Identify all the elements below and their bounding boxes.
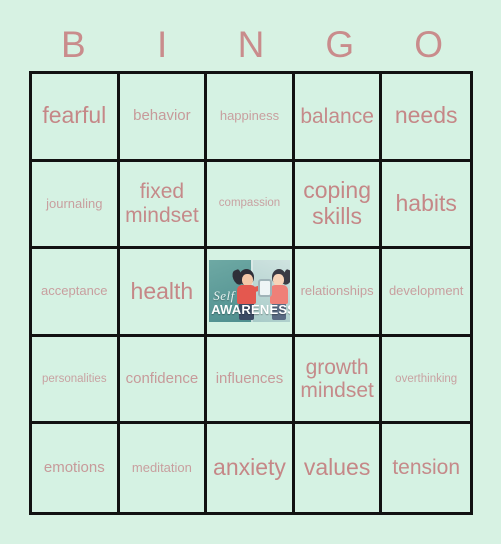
bingo-cell-label: health <box>130 277 194 304</box>
bingo-cell-label: behavior <box>133 106 191 124</box>
header-letter-n: N <box>237 23 265 65</box>
bingo-cell-health[interactable]: health <box>119 249 208 337</box>
bingo-cell-label: overthinking <box>395 372 458 385</box>
bingo-cell-tension[interactable]: tension <box>382 424 470 512</box>
bingo-cell-label: tension <box>392 456 461 480</box>
bingo-cell-label: happiness <box>219 108 280 124</box>
bingo-cell-overthinking[interactable]: overthinking <box>382 336 470 425</box>
bingo-cell-label: meditation <box>131 459 192 475</box>
bingo-cell-confidence[interactable]: confidence <box>119 336 208 425</box>
bingo-cell-growth-mindset[interactable]: growth mindset <box>294 336 383 425</box>
bingo-cell-acceptance[interactable]: acceptance <box>32 249 120 337</box>
header-letter-o: O <box>414 23 443 65</box>
bingo-cell-label: coping skills <box>303 177 371 229</box>
bingo-cell-label: balance <box>300 104 374 128</box>
bingo-cell-label: influences <box>215 369 284 387</box>
bingo-header: B I N G O <box>29 20 473 68</box>
bingo-cell-label: habits <box>395 190 457 217</box>
bingo-cell-label: journaling <box>46 195 103 211</box>
bingo-cell-development[interactable]: development <box>382 249 470 337</box>
bingo-cell-label: values <box>303 454 371 481</box>
bingo-cell-personalities[interactable]: personalities <box>32 336 120 425</box>
bingo-cell-journaling[interactable]: journaling <box>32 161 120 250</box>
bingo-cell-values[interactable]: values <box>294 424 383 512</box>
bingo-cell-label: anxiety <box>213 454 286 481</box>
bingo-cell-label: confidence <box>125 369 199 387</box>
bingo-cell-fixed-mindset[interactable]: fixed mindset <box>119 161 208 250</box>
bingo-card: B I N G O fearful behavior happiness balanc… <box>0 0 501 544</box>
bingo-cell-label: personalities <box>42 372 107 385</box>
bingo-cell-coping-skills[interactable]: coping skills <box>294 161 383 250</box>
bingo-cell-label: compassion <box>218 197 281 210</box>
bingo-cell-label: fearful <box>42 102 107 129</box>
bingo-cell-meditation[interactable]: meditation <box>119 424 208 512</box>
bingo-cell-label: emotions <box>43 458 105 476</box>
bingo-cell-fearful[interactable]: fearful <box>32 74 120 162</box>
bingo-cell-relationships[interactable]: relationships <box>294 249 383 337</box>
bingo-cell-balance[interactable]: balance <box>294 74 383 162</box>
self-awareness-illustration: Self AWARENESS <box>209 260 290 323</box>
header-letter-i: I <box>157 23 168 65</box>
header-letter-b: B <box>61 23 86 65</box>
bingo-cell-label: fixed mindset <box>125 180 199 227</box>
bingo-cell-label: acceptance <box>41 283 108 299</box>
bingo-cell-label: needs <box>394 102 458 129</box>
bingo-cell-emotions[interactable]: emotions <box>32 424 120 512</box>
bingo-cell-label: development <box>388 283 464 299</box>
bingo-cell-happiness[interactable]: happiness <box>207 74 295 162</box>
bingo-cell-free-space[interactable]: Self AWARENESS <box>207 249 295 337</box>
bingo-cell-label: growth mindset <box>300 355 374 403</box>
bingo-cell-label: relationships <box>300 283 374 299</box>
bingo-grid: fearful behavior happiness balance needs jour… <box>29 71 473 515</box>
header-letter-g: G <box>325 23 355 65</box>
bingo-cell-behavior[interactable]: behavior <box>119 74 208 162</box>
bingo-cell-compassion[interactable]: compassion <box>207 161 295 250</box>
bingo-cell-needs[interactable]: needs <box>382 74 470 162</box>
free-space-bold-text: AWARENESS <box>211 302 290 318</box>
bingo-cell-anxiety[interactable]: anxiety <box>207 424 295 512</box>
bingo-cell-influences[interactable]: influences <box>207 336 295 425</box>
bingo-cell-habits[interactable]: habits <box>382 161 470 250</box>
